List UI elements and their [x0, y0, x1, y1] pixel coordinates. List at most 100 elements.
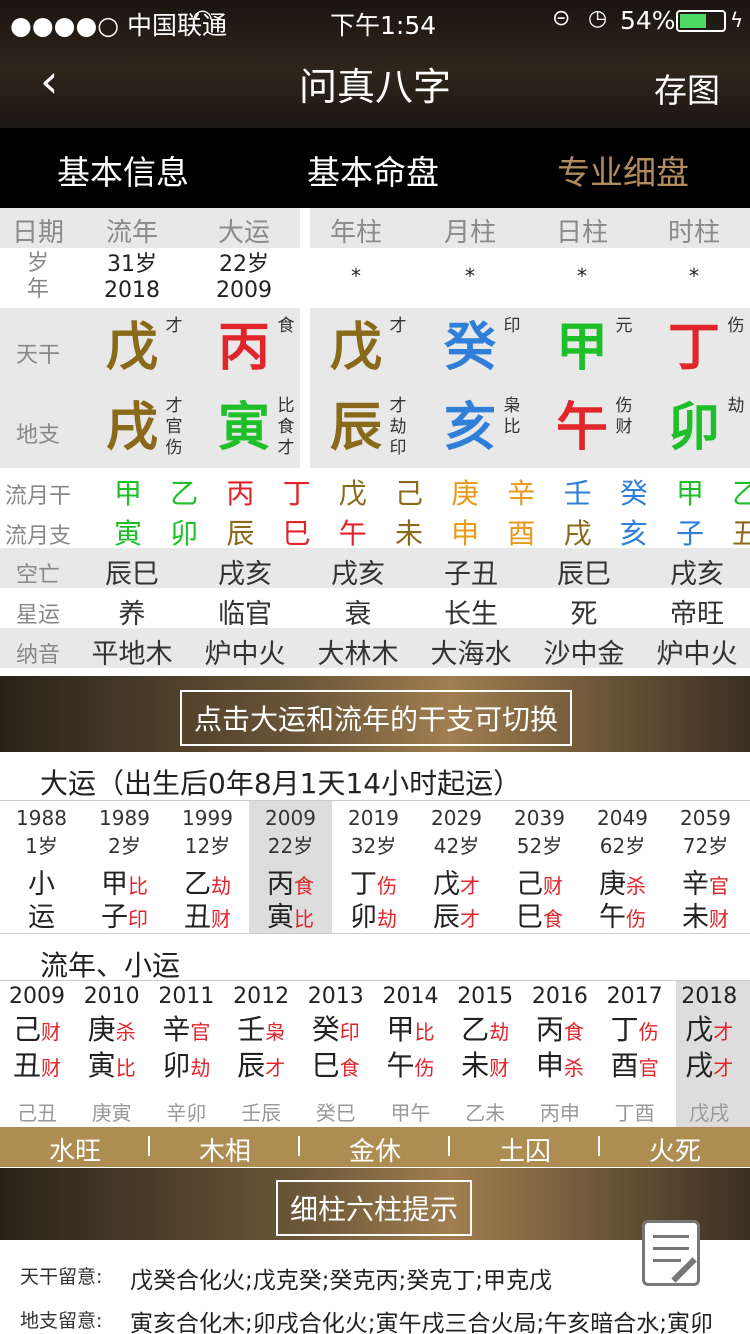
tab-pro-chart[interactable]: 专业细盘 [557, 146, 689, 194]
header-year-pillar: 年柱 [329, 218, 382, 248]
dayun-age: 42岁 [433, 834, 480, 858]
liunian-gan: 己财 [0, 1013, 74, 1049]
dayun-column[interactable]: 1999 12岁 乙劫 丑财 [166, 806, 249, 935]
header-liunian: 流年 [105, 218, 158, 248]
liunian-zhi-shishen: 财 [489, 1056, 510, 1080]
dayun-year: 2059 [680, 806, 731, 830]
dayun-year: 1989 [99, 806, 150, 830]
xiaoyun-ganzhi: 丁酉 [614, 1101, 655, 1125]
tiangan-char[interactable]: 丙 [204, 318, 284, 378]
dayun-column[interactable]: 2019 32岁 丁伤 卯劫 [332, 806, 415, 935]
tab-basic-chart[interactable]: 基本命盘 [307, 146, 439, 194]
dayun-column[interactable]: 2009 22岁 丙食 寅比 [249, 806, 332, 935]
liunian-column[interactable]: 2014 甲比 午伤 甲午 [374, 984, 448, 1126]
day-pillar-star: * [577, 264, 587, 288]
dayun-zhi-char: 未 [682, 902, 709, 933]
liunian-gan-char: 辛 [162, 1013, 191, 1046]
liunian-year: 2016 [531, 984, 588, 1009]
nayin-cell: 沙中金 [543, 639, 625, 670]
xingyun-label: 星运 [15, 603, 60, 628]
liunian-gan: 辛官 [149, 1013, 223, 1049]
nayin-cell: 大海水 [430, 639, 512, 670]
dizhi-canggan-shishen: 才 [389, 396, 407, 416]
wuxing-state: 火死 [648, 1137, 701, 1167]
kongwang-cell: 子丑 [444, 559, 498, 590]
battery-percent: 54% [620, 6, 676, 35]
liunian-gan-char: 丁 [610, 1013, 639, 1046]
dayun-column[interactable]: 2049 62岁 庚杀 午伤 [581, 806, 664, 935]
xiaoyun-ganzhi: 壬辰 [241, 1101, 282, 1125]
xiaoyun-ganzhi: 丙申 [539, 1101, 580, 1125]
liunian-column[interactable]: 2012 壬枭 辰才 壬辰 [224, 984, 298, 1126]
dayun-age-year[interactable]: 22岁 2009 [204, 252, 284, 304]
dayun-column[interactable]: 1989 2岁 甲比 子印 [83, 806, 166, 935]
nayin-cell: 大林木 [317, 639, 399, 670]
dayun-column[interactable]: 2059 72岁 辛官 未财 [664, 806, 747, 935]
liunian-gan-shishen: 比 [414, 1020, 435, 1044]
liunian-zhi-shishen: 比 [115, 1056, 136, 1080]
xingyun-cell: 帝旺 [670, 599, 724, 630]
age-label: 岁年 [26, 251, 49, 302]
dayun-zhi-char: 卯 [350, 902, 377, 933]
tab-basic-info[interactable]: 基本信息 [57, 146, 189, 194]
dayun-column[interactable]: 2029 42岁 戊才 辰才 [415, 806, 498, 935]
alarm-icon: ◷ [588, 6, 608, 31]
liuyue-gan-char: 己 [394, 477, 423, 510]
dayun-zhi: 未财 [664, 902, 747, 935]
switch-hint-button[interactable]: 点击大运和流年的干支可切换 [180, 690, 573, 746]
dayun-column[interactable]: 2039 52岁 己财 巳食 [498, 806, 581, 935]
liunian-column[interactable]: 2017 丁伤 酉官 丁酉 [598, 984, 672, 1126]
xiaoyun-ganzhi: 癸巳 [315, 1101, 356, 1125]
dayun-gan-shishen: 杀 [626, 874, 646, 898]
liunian-age-year[interactable]: 31岁 2018 [92, 252, 172, 304]
rotation-lock-icon: ⊝ [552, 6, 571, 31]
liunian-zhi-shishen: 食 [339, 1056, 360, 1080]
note-edit-icon[interactable] [642, 1220, 700, 1286]
nayin-label: 纳音 [15, 643, 60, 668]
liunian-column[interactable]: 2015 乙劫 未财 乙未 [448, 984, 522, 1126]
liunian-gan-char: 丙 [535, 1013, 564, 1046]
liunian-column[interactable]: 2018 戊才 戌才 戊戌 [672, 984, 746, 1126]
dayun-zhi-char: 巳 [516, 902, 543, 933]
liunian-gan-shishen: 枭 [265, 1020, 286, 1044]
tiangan-shishen: 元 [615, 316, 633, 336]
kongwang-label: 空亡 [15, 563, 60, 588]
kongwang-cell: 戌亥 [331, 559, 385, 590]
dizhi-canggan-shishen: 劫 [727, 396, 745, 416]
liunian-zhi: 戌才 [672, 1049, 746, 1085]
xiaoyun-ganzhi: 辛卯 [166, 1101, 207, 1125]
dayun-column[interactable]: 1988 1岁小运 [0, 806, 83, 935]
liuyue-gan-char: 丙 [226, 477, 255, 510]
liuyue-gan-label: 流月干 [4, 484, 71, 509]
liunian-zhi-shishen: 劫 [190, 1056, 211, 1080]
dayun-gan-char: 戊 [433, 869, 460, 900]
save-image-button[interactable]: 存图 [654, 64, 720, 112]
xiaoyun-ganzhi: 庚寅 [91, 1101, 132, 1125]
dayun-zhi-char: 丑 [184, 902, 211, 933]
dayun-gan-char: 己 [516, 869, 543, 900]
liunian-column[interactable]: 2016 丙食 申杀 丙申 [523, 984, 597, 1126]
charging-icon: ϟ [730, 8, 744, 32]
status-time: 下午1:54 [330, 11, 437, 40]
wuxing-divider [148, 1136, 150, 1156]
liunian-column[interactable]: 2013 癸印 巳食 癸巳 [299, 984, 373, 1126]
dizhi-char[interactable]: 戌 [92, 398, 172, 458]
liuyue-zhi-char: 卯 [170, 517, 199, 550]
liunian-gan-shishen: 食 [563, 1020, 584, 1044]
liunian-gan: 甲比 [374, 1013, 448, 1049]
dayun-gan-shishen: 财 [543, 874, 563, 898]
liunian-gan-char: 乙 [461, 1013, 490, 1046]
dayun-zhi: 丑财 [166, 902, 249, 935]
liunian-gan: 癸印 [299, 1013, 373, 1049]
liunian-gan-shishen: 印 [339, 1020, 360, 1044]
tiangan-shishen: 伤 [727, 316, 745, 336]
liunian-year: 2015 [457, 984, 514, 1009]
tips-banner: 细柱六柱提示 [0, 1168, 750, 1240]
tiangan-char[interactable]: 戊 [92, 318, 172, 378]
dizhi-char[interactable]: 寅 [204, 398, 284, 458]
liunian-column[interactable]: 2010 庚杀 寅比 庚寅 [75, 984, 149, 1126]
liunian-column[interactable]: 2009 己财 丑财 己丑 [0, 984, 74, 1126]
dizhi-canggan-shishen: 枭 [503, 396, 521, 416]
nayin-cell: 平地木 [91, 639, 173, 670]
liunian-column[interactable]: 2011 辛官 卯劫 辛卯 [149, 984, 223, 1126]
